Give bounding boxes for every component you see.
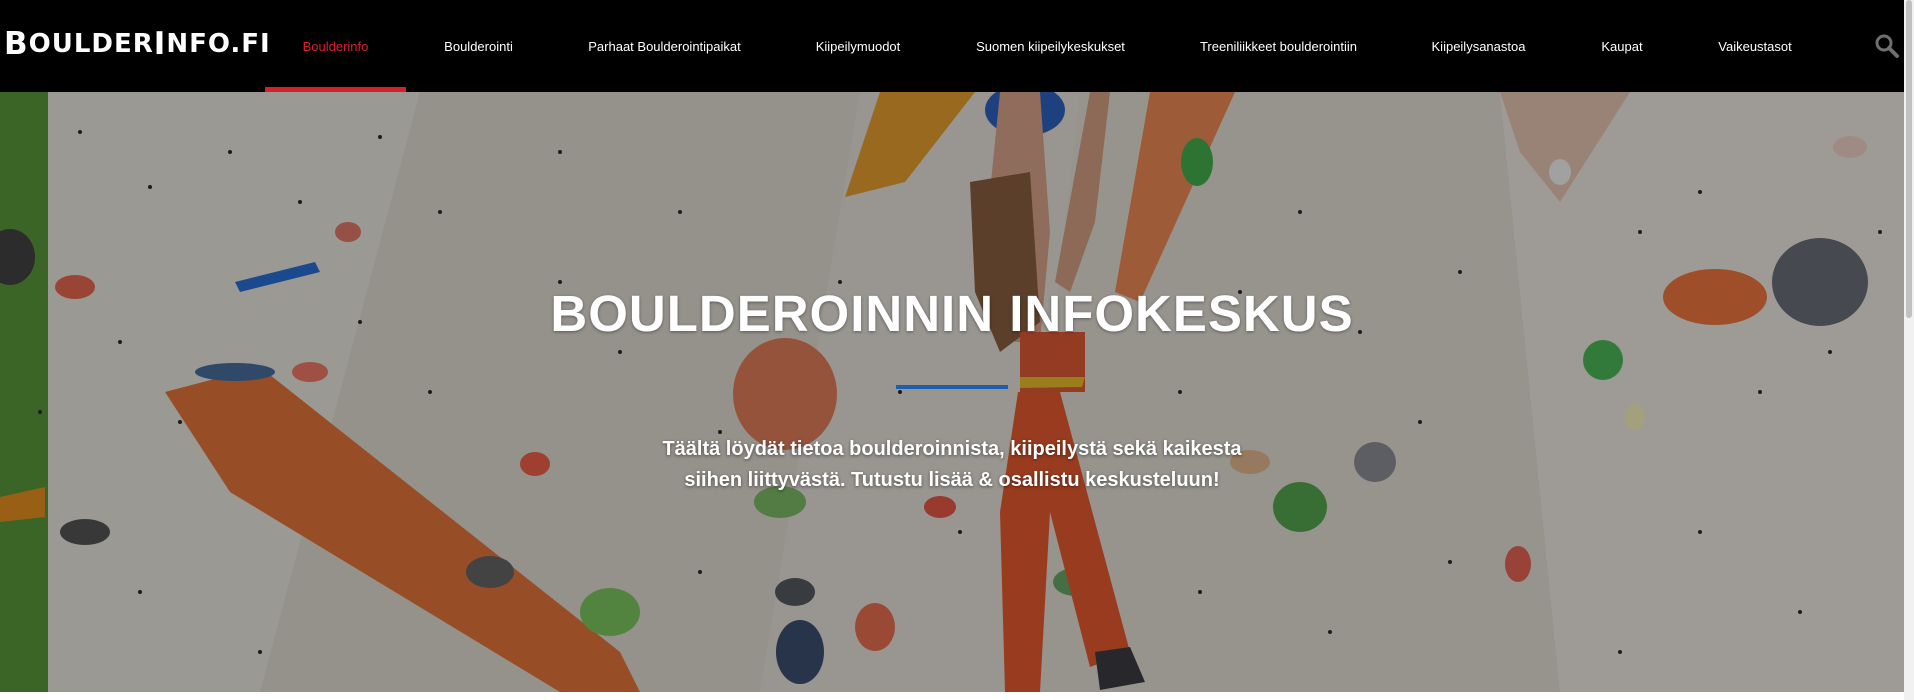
hero-description-line-1: Täältä löydät tietoa boulderoinnista, ki…	[662, 438, 1242, 460]
search-icon[interactable]	[1874, 33, 1900, 59]
hero-description: Täältä löydät tietoa boulderoinnista, ki…	[600, 434, 1304, 496]
nav-item-kiipeilysanastoa[interactable]: Kiipeilysanastoa	[1394, 0, 1563, 92]
nav-item-treeniliikkeet[interactable]: Treeniliikkeet boulderointiin	[1163, 0, 1394, 92]
nav-item-kiipeilymuodot[interactable]: Kiipeilymuodot	[778, 0, 938, 92]
nav-item-suomen-kiipeilykeskukset[interactable]: Suomen kiipeilykeskukset	[938, 0, 1163, 92]
site-header: B OULDER I NFO.FI Boulderinfo Boulderointi …	[0, 0, 1914, 92]
nav-item-label: Vaikeustasot	[1718, 38, 1792, 54]
nav-item-vaikeustasot[interactable]: Vaikeustasot	[1681, 0, 1829, 92]
nav-item-kaupat[interactable]: Kaupat	[1563, 0, 1681, 92]
hero-title: BOULDEROINNIN INFOKESKUS	[550, 285, 1354, 342]
hero-description-line-2: siihen liittyvästä. Tutustu lisää & osal…	[684, 469, 1220, 491]
hero-divider	[896, 385, 1008, 389]
nav-item-label: Kiipeilysanastoa	[1431, 38, 1526, 54]
nav-item-label: Boulderinfo	[302, 38, 369, 54]
nav-item-label: Treeniliikkeet boulderointiin	[1199, 38, 1358, 54]
nav-item-label: Kiipeilymuodot	[815, 38, 901, 54]
nav-item-label: Parhaat Boulderointipaikat	[588, 38, 741, 54]
page-content-start	[0, 692, 1904, 700]
nav-item-label: Suomen kiipeilykeskukset	[976, 38, 1125, 54]
hero-content: BOULDEROINNIN INFOKESKUS Täältä löydät t…	[0, 92, 1904, 692]
nav-item-label: Boulderointi	[444, 38, 513, 54]
nav-item-boulderointi[interactable]: Boulderointi	[406, 0, 551, 92]
main-nav: Boulderinfo Boulderointi Parhaat Boulder…	[0, 0, 1914, 92]
scrollbar-thumb[interactable]	[1906, 0, 1912, 318]
nav-item-label: Kaupat	[1601, 38, 1643, 54]
nav-item-parhaat-boulderointipaikat[interactable]: Parhaat Boulderointipaikat	[551, 0, 778, 92]
nav-item-boulderinfo[interactable]: Boulderinfo	[265, 0, 406, 92]
hero-banner: BOULDEROINNIN INFOKESKUS Täältä löydät t…	[0, 92, 1904, 692]
